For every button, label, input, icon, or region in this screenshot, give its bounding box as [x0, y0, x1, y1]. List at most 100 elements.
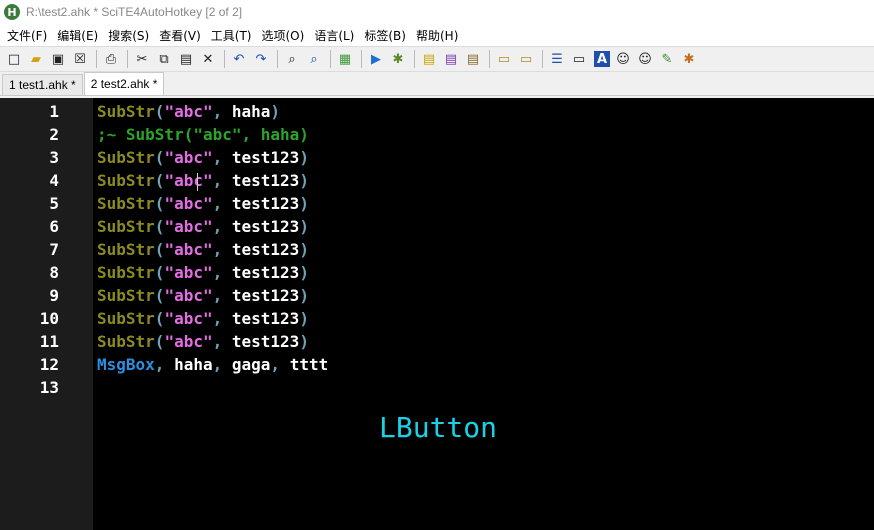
toolbar-separator — [542, 50, 543, 68]
view-icon[interactable]: ▭ — [494, 49, 514, 69]
redo-icon[interactable]: ↷ — [251, 49, 271, 69]
menu-tabs[interactable]: 标签(B) — [359, 27, 411, 44]
code-line: SubStr("abc", test123) — [97, 330, 874, 353]
code-line: SubStr("abc", test123) — [97, 284, 874, 307]
menu-options[interactable]: 选项(O) — [257, 27, 310, 44]
menu-edit[interactable]: 编辑(E) — [52, 27, 103, 44]
function-name: SubStr — [97, 286, 155, 305]
menu-language[interactable]: 语言(L) — [309, 27, 359, 44]
tab-test1[interactable]: 1 test1.ahk * — [2, 74, 83, 95]
tools-icon[interactable]: ✎ — [657, 49, 677, 69]
command-name: MsgBox — [97, 355, 155, 374]
code-area[interactable]: SubStr("abc", haha) ;~ SubStr("abc", hah… — [93, 98, 874, 530]
menu-help[interactable]: 帮助(H) — [411, 27, 463, 44]
bug-icon[interactable]: ✱ — [679, 49, 699, 69]
argument: haha — [164, 355, 213, 374]
argument: test123 — [222, 240, 300, 259]
paren: ( — [154, 263, 165, 282]
notes-brown-icon[interactable]: ▤ — [463, 49, 483, 69]
line-number: 10 — [39, 309, 59, 328]
window-icon[interactable]: ▭ — [569, 49, 589, 69]
code-line: SubStr("abc", test123) — [97, 238, 874, 261]
menu-tools[interactable]: 工具(T) — [206, 27, 257, 44]
argument: test123 — [222, 286, 300, 305]
comma: , — [212, 194, 223, 213]
code-line: SubStr("abc", test123) — [97, 307, 874, 330]
tab-test2[interactable]: 2 test2.ahk * — [83, 72, 165, 95]
replace-icon[interactable]: ⌕ — [304, 49, 324, 69]
function-name: SubStr — [97, 102, 155, 121]
open-folder-icon[interactable]: ▰ — [26, 49, 46, 69]
comma: , — [212, 217, 223, 236]
compile-icon[interactable]: ▦ — [335, 49, 355, 69]
paren: ( — [154, 102, 165, 121]
paren: ( — [154, 217, 165, 236]
menu-file[interactable]: 文件(F) — [2, 27, 52, 44]
comma: , — [212, 148, 223, 167]
line-number: 7 — [49, 240, 59, 259]
toolbar-separator — [127, 50, 128, 68]
toolbar-separator — [277, 50, 278, 68]
function-name: SubStr — [97, 171, 155, 190]
string-literal: "abc" — [164, 263, 213, 282]
comma: , — [212, 102, 223, 121]
user-icon[interactable]: ☺ — [613, 49, 633, 69]
comma: , — [212, 263, 223, 282]
new-file-icon[interactable]: □ — [4, 49, 24, 69]
comma: , — [212, 240, 223, 259]
argument: haha — [222, 102, 271, 121]
paren: ) — [299, 263, 309, 282]
paste-icon[interactable]: ▤ — [176, 49, 196, 69]
print-icon[interactable]: ⎙ — [101, 49, 121, 69]
toolbar-separator — [489, 50, 490, 68]
menu-search[interactable]: 搜索(S) — [103, 27, 154, 44]
notes-icon[interactable]: ▤ — [419, 49, 439, 69]
line-number: 12 — [39, 355, 59, 374]
comma: , — [212, 171, 223, 190]
paren: ) — [299, 286, 309, 305]
window-title: R:\test2.ahk * SciTE4AutoHotkey [2 of 2] — [26, 5, 243, 19]
close-file-icon[interactable]: ☒ — [70, 49, 90, 69]
notes-purple-icon[interactable]: ▤ — [441, 49, 461, 69]
find-icon[interactable]: ⌕ — [282, 49, 302, 69]
paren: ( — [154, 240, 165, 259]
code-editor[interactable]: 1 2 3 4 5 6 7 8 9 10 11 12 13 SubStr("ab… — [0, 98, 874, 530]
argument: test123 — [222, 217, 300, 236]
text-cursor — [197, 173, 198, 191]
toolbar: □ ▰ ▣ ☒ ⎙ ✂ ⧉ ▤ ✕ ↶ ↷ ⌕ ⌕ ▦ ▶ ✱ ▤ ▤ ▤ ▭ … — [0, 46, 874, 72]
paren: ) — [299, 332, 309, 351]
comma: , — [212, 286, 223, 305]
menu-view[interactable]: 查看(V) — [154, 27, 206, 44]
string-literal: "abc" — [164, 240, 213, 259]
debug-icon[interactable]: ✱ — [388, 49, 408, 69]
save-icon[interactable]: ▣ — [48, 49, 68, 69]
undo-icon[interactable]: ↶ — [229, 49, 249, 69]
paren: ( — [154, 194, 165, 213]
paren: ) — [299, 240, 309, 259]
line-number: 3 — [49, 148, 59, 167]
line-number: 8 — [49, 263, 59, 282]
list-icon[interactable]: ☰ — [547, 49, 567, 69]
function-name: SubStr — [97, 148, 155, 167]
delete-icon[interactable]: ✕ — [198, 49, 218, 69]
paren: ) — [299, 309, 309, 328]
run-icon[interactable]: ▶ — [366, 49, 386, 69]
copy-icon[interactable]: ⧉ — [154, 49, 174, 69]
function-name: SubStr — [97, 240, 155, 259]
argument: test123 — [222, 263, 300, 282]
text-style-icon[interactable]: A — [594, 51, 610, 67]
argument: test123 — [222, 148, 300, 167]
toolbar-separator — [224, 50, 225, 68]
key-overlay-label: LButton — [379, 411, 498, 444]
line-number: 2 — [49, 125, 59, 144]
string-literal: "abc" — [164, 309, 213, 328]
app-icon: H — [4, 4, 20, 20]
comment: ;~ SubStr("abc", haha) — [97, 125, 309, 144]
cut-icon[interactable]: ✂ — [132, 49, 152, 69]
user-alt-icon[interactable]: ☺ — [635, 49, 655, 69]
view-alt-icon[interactable]: ▭ — [516, 49, 536, 69]
line-number: 1 — [49, 102, 59, 121]
line-number: 11 — [39, 332, 59, 351]
function-name: SubStr — [97, 194, 155, 213]
